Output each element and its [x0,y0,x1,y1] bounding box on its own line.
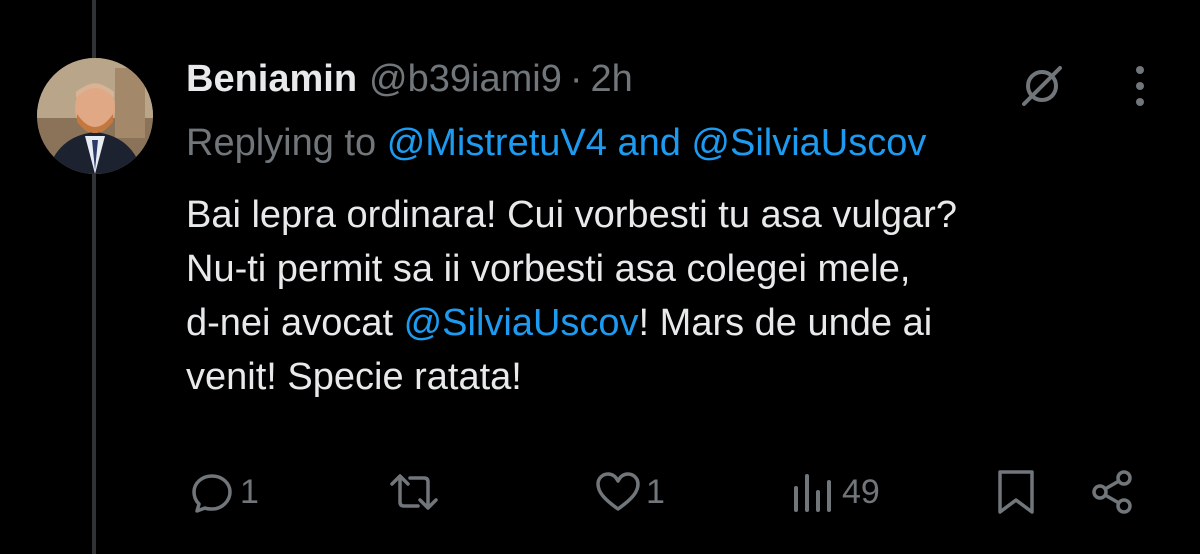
share-button[interactable] [1088,462,1136,522]
more-options-button[interactable] [1118,56,1162,116]
tweet-text-line: Nu-ti permit sa ii vorbesti asa colegei … [186,248,911,290]
tweet-text-line: d-nei avocat @SilviaUscov! Mars de unde … [186,296,1166,350]
user-handle[interactable]: @b39iami9 [369,58,562,101]
tweet-text-line: Bai lepra ordinara! Cui vorbesti tu asa … [186,194,957,236]
tweet-text-segment: d-nei avocat [186,302,394,344]
separator-dot: · [569,57,583,100]
share-icon [1092,470,1132,514]
replying-to-label: Replying to [186,122,377,164]
action-bar: 1 1 49 [0,462,1200,522]
reply-mention-silvia[interactable]: @SilviaUscov [691,122,926,164]
timestamp[interactable]: 2h [591,58,633,101]
avatar[interactable] [37,58,153,174]
views-bar-chart-icon [794,474,831,512]
bookmark-button[interactable] [994,462,1038,522]
tweet-header: Beniamin @b39iami9 · 2h [186,54,633,104]
body-mention-silvia[interactable]: @SilviaUscov [404,302,639,344]
avatar-image [37,58,153,174]
like-button[interactable]: 1 [594,462,665,522]
like-count: 1 [646,472,665,511]
reply-button[interactable]: 1 [188,462,259,522]
heart-icon [596,472,640,511]
views-button[interactable]: 49 [790,462,880,522]
tweet-text-segment: ! Mars de unde ai [638,302,933,344]
grok-icon [1022,66,1062,106]
replying-to: Replying to @MistretuV4 and @SilviaUscov [186,122,926,170]
display-name[interactable]: Beniamin [186,58,357,101]
views-count: 49 [842,472,880,511]
tweet-text-line: venit! Specie ratata! [186,356,522,398]
reply-bubble-icon [192,474,232,513]
bookmark-icon [998,470,1034,514]
reply-mention-mistretu[interactable]: @MistretuV4 [387,122,607,164]
tweet-body: Bai lepra ordinara! Cui vorbesti tu asa … [186,188,1166,404]
retweet-button[interactable] [386,462,446,522]
more-vertical-icon [1136,66,1144,106]
reply-mention-and[interactable]: and [617,122,680,164]
retweet-icon [390,474,438,510]
grok-button[interactable] [1012,56,1072,116]
reply-count: 1 [240,472,259,511]
